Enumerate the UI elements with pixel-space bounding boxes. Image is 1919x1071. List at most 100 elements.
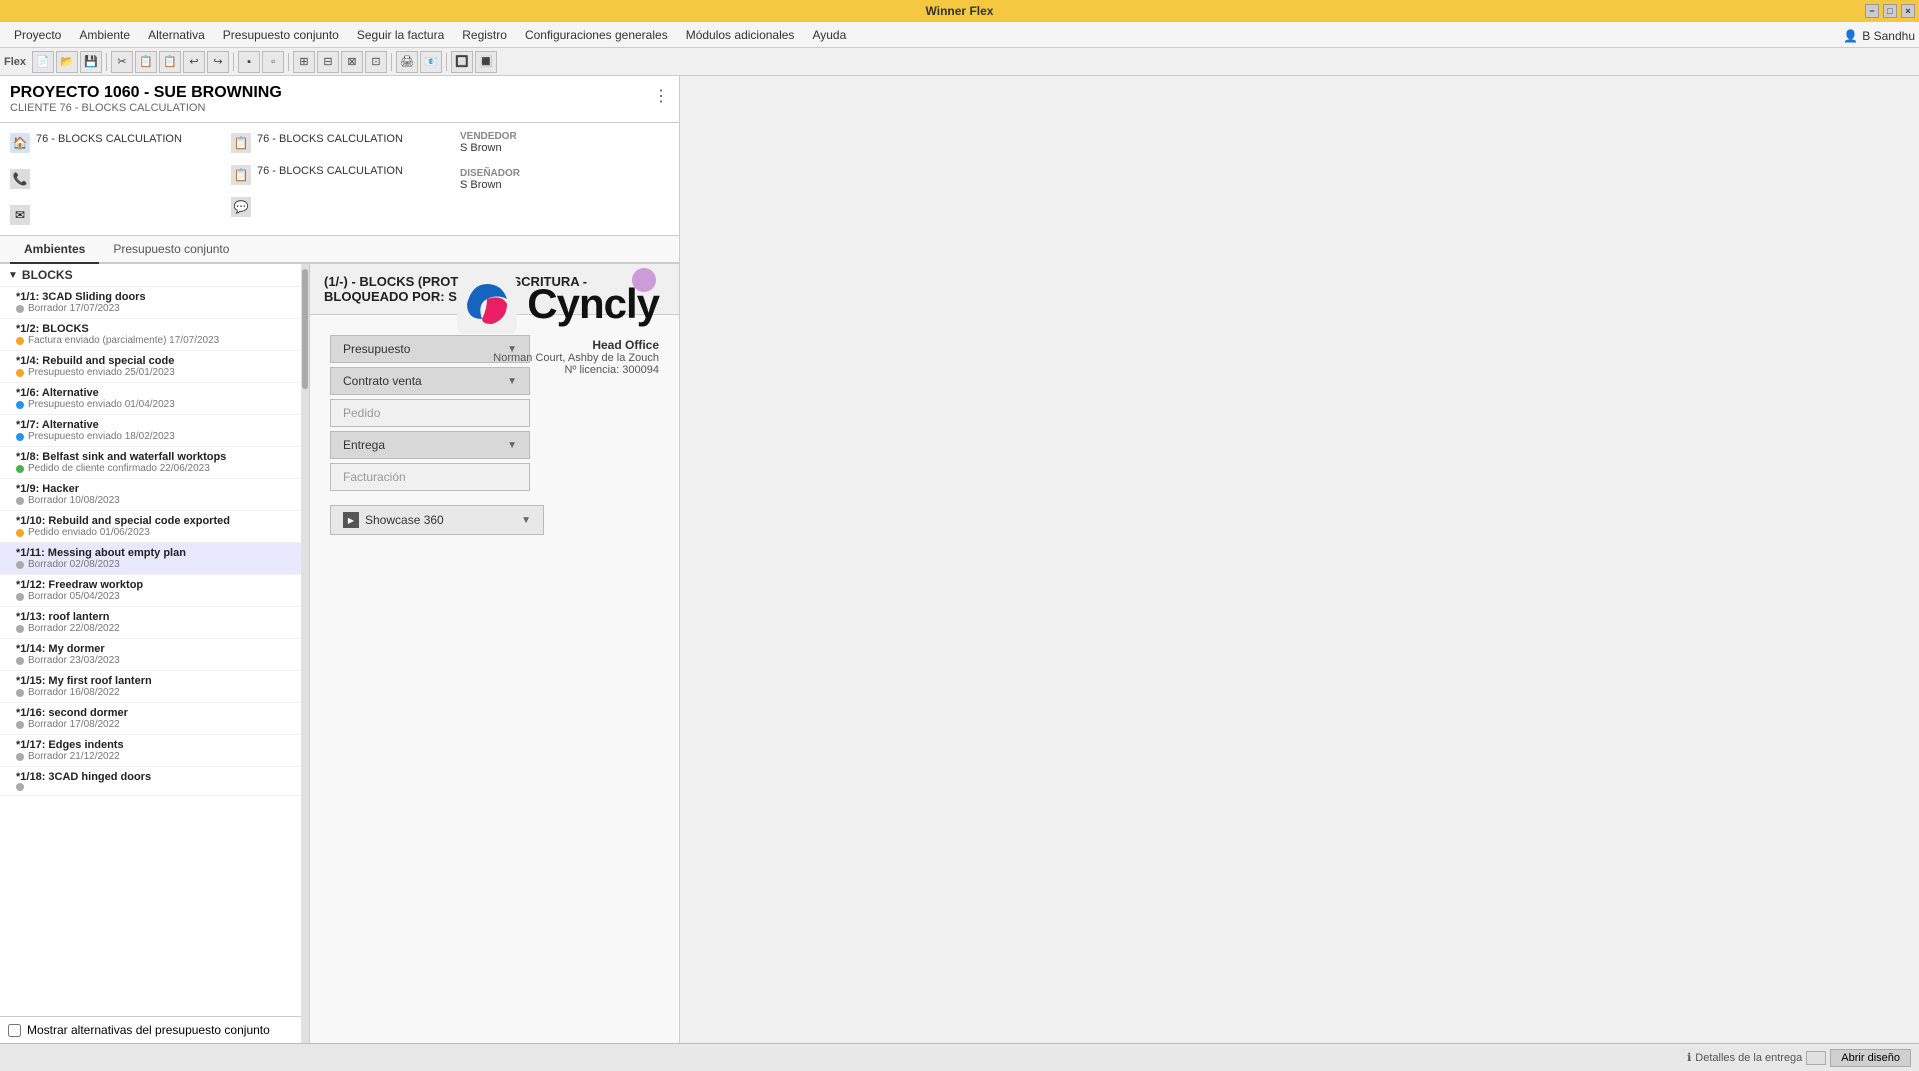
toolbar-new[interactable]: 📄 (32, 51, 54, 73)
toolbar-b6[interactable]: ⊡ (365, 51, 387, 73)
toolbar-sep4 (391, 53, 392, 71)
disenador-block: DISEÑADOR S Brown (460, 168, 669, 191)
main-content: PROYECTO 1060 - SUE BROWNING CLIENTE 76 … (0, 76, 1919, 1043)
toolbar-b7[interactable]: 🖨 (396, 51, 418, 73)
toolbar-undo[interactable]: ↩ (183, 51, 205, 73)
tab-ambientes[interactable]: Ambientes (10, 236, 99, 264)
menu-seguir-factura[interactable]: Seguir la factura (349, 25, 452, 45)
workflow-facturacion-label: Facturación (343, 470, 406, 484)
vendedor-value: S Brown (460, 142, 669, 154)
head-office-label: Head Office (310, 338, 659, 352)
list-item-1-2-date: Factura enviado (parcialmente) 17/07/202… (16, 335, 301, 346)
scrollbar[interactable] (301, 264, 309, 1043)
project-info: 🏠 76 - BLOCKS CALCULATION 📞 ✉ 📋 76 - BLO… (0, 123, 679, 236)
list-item-1-15-date: Borrador 16/08/2022 (16, 687, 301, 698)
menu-ayuda[interactable]: Ayuda (804, 25, 854, 45)
project-header: PROYECTO 1060 - SUE BROWNING CLIENTE 76 … (0, 76, 679, 123)
menu-alternativa[interactable]: Alternativa (140, 25, 213, 45)
list-item-1-10-date: Pedido enviado 01/06/2023 (16, 527, 301, 538)
toolbar-b3[interactable]: ⊞ (293, 51, 315, 73)
three-dots-button[interactable]: ⋮ (653, 86, 669, 106)
list-item-1-7-date: Presupuesto enviado 18/02/2023 (16, 431, 301, 442)
status-dot-1-6 (16, 401, 24, 409)
toolbar-b9[interactable]: 🔲 (451, 51, 473, 73)
list-item-1-7-title: *1/7: Alternative (16, 419, 301, 431)
toolbar-save[interactable]: 💾 (80, 51, 102, 73)
cyncly-company: Head Office Norman Court, Ashby de la Zo… (310, 338, 659, 364)
close-button[interactable]: × (1901, 4, 1915, 18)
list-item-1-9-title: *1/9: Hacker (16, 483, 301, 495)
list-item-1-2[interactable]: *1/2: BLOCKS Factura enviado (parcialmen… (0, 319, 309, 351)
list-item-1-6[interactable]: *1/6: Alternative Presupuesto enviado 01… (0, 383, 309, 415)
window-controls[interactable]: − □ × (1865, 4, 1915, 18)
maximize-button[interactable]: □ (1883, 4, 1897, 18)
toolbar-open[interactable]: 📂 (56, 51, 78, 73)
minimize-button[interactable]: − (1865, 4, 1879, 18)
showcase-icon: ▶ (343, 512, 359, 528)
list-item-1-12-date: Borrador 05/04/2023 (16, 591, 301, 602)
list-item-1-15[interactable]: *1/15: My first roof lantern Borrador 16… (0, 671, 309, 703)
menu-modulos[interactable]: Módulos adicionales (678, 25, 803, 45)
toolbar-b8[interactable]: 📧 (420, 51, 442, 73)
tabs-bar: Ambientes Presupuesto conjunto (0, 236, 679, 264)
toolbar-paste[interactable]: 📋 (159, 51, 181, 73)
list-item-1-18[interactable]: *1/18: 3CAD hinged doors (0, 767, 309, 796)
profile-icon: 👤 (1843, 29, 1858, 43)
showcase-360-box[interactable]: ▶ Showcase 360 ▼ (330, 505, 544, 535)
status-dot-1-7 (16, 433, 24, 441)
delivery-checkbox[interactable] (1806, 1051, 1826, 1065)
toolbar-cut[interactable]: ✂ (111, 51, 133, 73)
project-title: PROYECTO 1060 - SUE BROWNING (10, 84, 669, 102)
list-item-1-14[interactable]: *1/14: My dormer Borrador 23/03/2023 (0, 639, 309, 671)
toolbar-sep1 (106, 53, 107, 71)
list-item-1-9-date: Borrador 10/08/2023 (16, 495, 301, 506)
toolbar-b10[interactable]: 🔳 (475, 51, 497, 73)
app-title: Winner Flex (926, 4, 994, 18)
list-item-1-8[interactable]: *1/8: Belfast sink and waterfall worktop… (0, 447, 309, 479)
list-item-1-4[interactable]: *1/4: Rebuild and special code Presupues… (0, 351, 309, 383)
list-item-1-13[interactable]: *1/13: roof lantern Borrador 22/08/2022 (0, 607, 309, 639)
toolbar-b2[interactable]: ▫ (262, 51, 284, 73)
list-item-1-10-title: *1/10: Rebuild and special code exported (16, 515, 301, 527)
menu-proyecto[interactable]: Proyecto (6, 25, 69, 45)
section-label: BLOCKS (22, 268, 73, 282)
toolbar-b1[interactable]: ▪ (238, 51, 260, 73)
list-item-1-9[interactable]: *1/9: Hacker Borrador 10/08/2023 (0, 479, 309, 511)
list-item-1-7[interactable]: *1/7: Alternative Presupuesto enviado 18… (0, 415, 309, 447)
tab-presupuesto-conjunto[interactable]: Presupuesto conjunto (99, 236, 243, 264)
blocks-section-header[interactable]: ▼ BLOCKS (0, 264, 309, 287)
menu-ambiente[interactable]: Ambiente (71, 25, 138, 45)
status-dot-1-16 (16, 721, 24, 729)
list-item-1-11[interactable]: *1/11: Messing about empty plan Borrador… (0, 543, 309, 575)
open-design-button[interactable]: Abrir diseño (1830, 1049, 1911, 1067)
list-item-1-18-title: *1/18: 3CAD hinged doors (16, 771, 301, 783)
menu-presupuesto-conjunto[interactable]: Presupuesto conjunto (215, 25, 347, 45)
list-item-1-16[interactable]: *1/16: second dormer Borrador 17/08/2022 (0, 703, 309, 735)
phone-icon: 📞 (10, 169, 30, 189)
toolbar-b5[interactable]: ⊠ (341, 51, 363, 73)
list-item-1-17[interactable]: *1/17: Edges indents Borrador 21/12/2022 (0, 735, 309, 767)
menu-configuraciones[interactable]: Configuraciones generales (517, 25, 676, 45)
menu-registro[interactable]: Registro (454, 25, 515, 45)
profile-area: 👤 B Sandhu (1843, 29, 1915, 43)
toolbar-copy[interactable]: 📋 (135, 51, 157, 73)
list-item-1-6-title: *1/6: Alternative (16, 387, 301, 399)
toolbar-b4[interactable]: ⊟ (317, 51, 339, 73)
section-arrow-icon: ▼ (8, 270, 18, 281)
showcase-label: Showcase 360 (365, 513, 444, 527)
cyncly-license: Nº licencia: 300094 (310, 364, 659, 376)
workflow-facturacion-box: Facturación (330, 463, 530, 491)
scroll-thumb[interactable] (302, 269, 308, 389)
cyncly-address-text: Norman Court, Ashby de la Zouch (310, 352, 659, 364)
status-dot-1-17 (16, 753, 24, 761)
toolbar-sep2 (233, 53, 234, 71)
list-item-1-10[interactable]: *1/10: Rebuild and special code exported… (0, 511, 309, 543)
list-item-1-14-title: *1/14: My dormer (16, 643, 301, 655)
list-item-1-12-title: *1/12: Freedraw worktop (16, 579, 301, 591)
workflow-facturacion-row: Facturación (330, 463, 540, 491)
toolbar-redo[interactable]: ↪ (207, 51, 229, 73)
show-alternatives-checkbox[interactable] (8, 1024, 21, 1037)
workflow-entrega-box[interactable]: Entrega ▼ (330, 431, 530, 459)
list-item-1-1[interactable]: *1/1: 3CAD Sliding doors Borrador 17/07/… (0, 287, 309, 319)
list-item-1-12[interactable]: *1/12: Freedraw worktop Borrador 05/04/2… (0, 575, 309, 607)
